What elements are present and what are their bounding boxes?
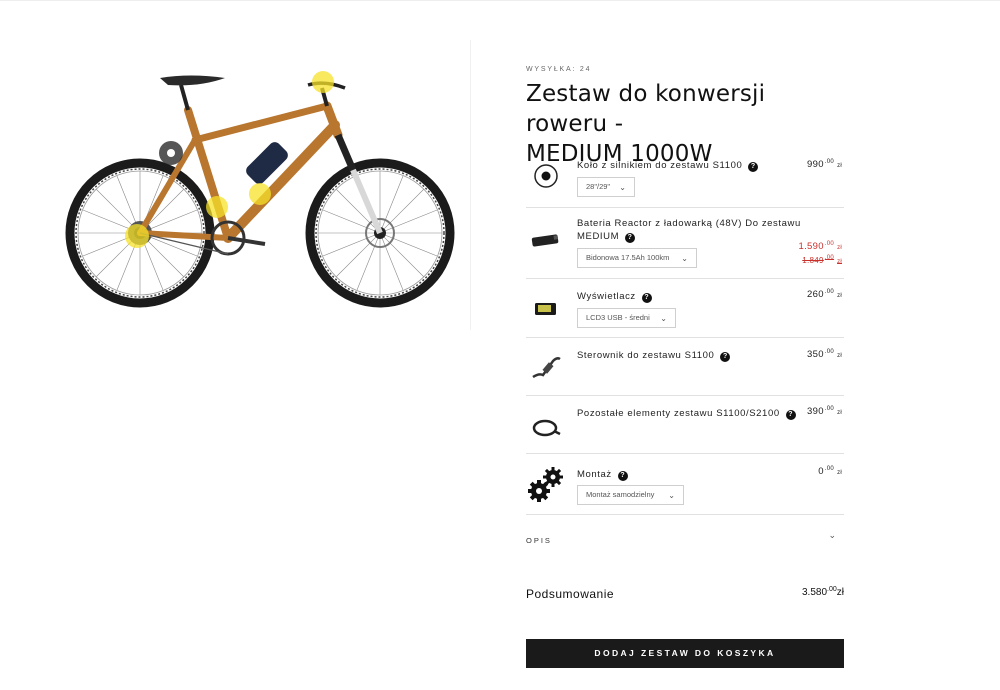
- description-label: OPIS: [526, 536, 552, 545]
- kit-item-name: Wyświetlacz?: [577, 290, 652, 303]
- kit-item-name: Pozostałe elementy zestawu S1100/S2100?: [577, 407, 796, 420]
- hotspot-display-dot: [167, 149, 175, 157]
- wheel-hub-icon: [526, 156, 566, 196]
- item-price: 260.00zł: [807, 289, 842, 300]
- kit-item-controller: Sterownik do zestawu S1100? 350.00zł: [526, 338, 844, 396]
- kit-item-name: Sterownik do zestawu S1100?: [577, 349, 731, 362]
- chevron-down-icon: ⌄: [619, 183, 626, 192]
- hotspot-handlebar[interactable]: [312, 71, 334, 93]
- hotspot-battery[interactable]: [249, 183, 271, 205]
- kit-item-display: Wyświetlacz? 260.00zł LCD3 USB - średni ⌄: [526, 279, 844, 338]
- display-icon: [526, 289, 566, 329]
- wheel-size-select[interactable]: 28"/29" ⌄: [577, 177, 635, 197]
- item-price: 990.00zł: [807, 159, 842, 170]
- item-price: 390.00zł: [807, 406, 842, 417]
- chevron-down-icon: ⌄: [660, 314, 667, 323]
- saddle: [160, 75, 225, 86]
- cable-icon: [526, 406, 566, 446]
- controller-icon: [526, 348, 566, 388]
- battery-select[interactable]: Bidonowa 17.5Ah 100km ⌄: [577, 248, 697, 268]
- display-select[interactable]: LCD3 USB - średni ⌄: [577, 308, 676, 328]
- hotspot-motor[interactable]: [125, 224, 149, 248]
- product-image: [40, 40, 470, 340]
- chevron-down-icon: ⌄: [828, 530, 836, 540]
- gears-icon: [526, 464, 566, 504]
- help-icon[interactable]: ?: [748, 162, 759, 172]
- assembly-select[interactable]: Montaż samodzielny ⌄: [577, 485, 684, 505]
- item-price: 350.00zł: [807, 349, 842, 360]
- hotspot-controller[interactable]: [206, 196, 228, 218]
- chevron-down-icon: ⌄: [668, 491, 675, 500]
- seatpost: [179, 84, 190, 111]
- top-border: [0, 0, 1000, 1]
- kit-items-list: Koło z silnikiem do zestawu S1100? 990.0…: [526, 150, 844, 515]
- kit-item-wheel: Koło z silnikiem do zestawu S1100? 990.0…: [526, 150, 844, 208]
- help-icon[interactable]: ?: [720, 352, 731, 362]
- title-line-1: Zestaw do konwersji roweru -: [526, 81, 766, 137]
- help-icon[interactable]: ?: [617, 471, 628, 481]
- help-icon[interactable]: ?: [785, 410, 796, 420]
- gallery-divider: [470, 40, 471, 330]
- order-summary: Podsumowanie 3.580.00zł: [526, 585, 844, 603]
- bike-illustration: [65, 71, 455, 308]
- kit-item-other-parts: Pozostałe elementy zestawu S1100/S2100? …: [526, 396, 844, 454]
- kit-item-battery: Bateria Reactor z ładowarką (48V) Do zes…: [526, 208, 844, 279]
- help-icon[interactable]: ?: [641, 293, 652, 303]
- crank-arm: [227, 236, 266, 246]
- summary-label: Podsumowanie: [526, 587, 615, 601]
- kit-item-assembly: Montaż? 0.00zł Montaż samodzielny ⌄: [526, 454, 844, 515]
- item-sale-price: 1.590.00zł: [798, 241, 842, 252]
- item-old-price: 1.849.00zł: [802, 255, 842, 265]
- item-price: 0.00zł: [818, 466, 842, 477]
- shipping-info: WYSYŁKA: 24: [526, 66, 592, 73]
- add-kit-to-cart-button[interactable]: DODAJ ZESTAW DO KOSZYKA: [526, 639, 844, 668]
- summary-total: 3.580.00zł: [802, 586, 844, 598]
- help-icon[interactable]: ?: [625, 233, 636, 243]
- battery-icon: [526, 220, 566, 260]
- kit-item-name: Bateria Reactor z ładowarką (48V) Do zes…: [577, 218, 801, 243]
- kit-item-name: Montaż?: [577, 468, 628, 481]
- kit-item-name: Koło z silnikiem do zestawu S1100?: [577, 159, 759, 172]
- fork-top: [334, 133, 357, 172]
- description-accordion[interactable]: OPIS ⌄: [526, 530, 844, 545]
- chevron-down-icon: ⌄: [681, 254, 688, 263]
